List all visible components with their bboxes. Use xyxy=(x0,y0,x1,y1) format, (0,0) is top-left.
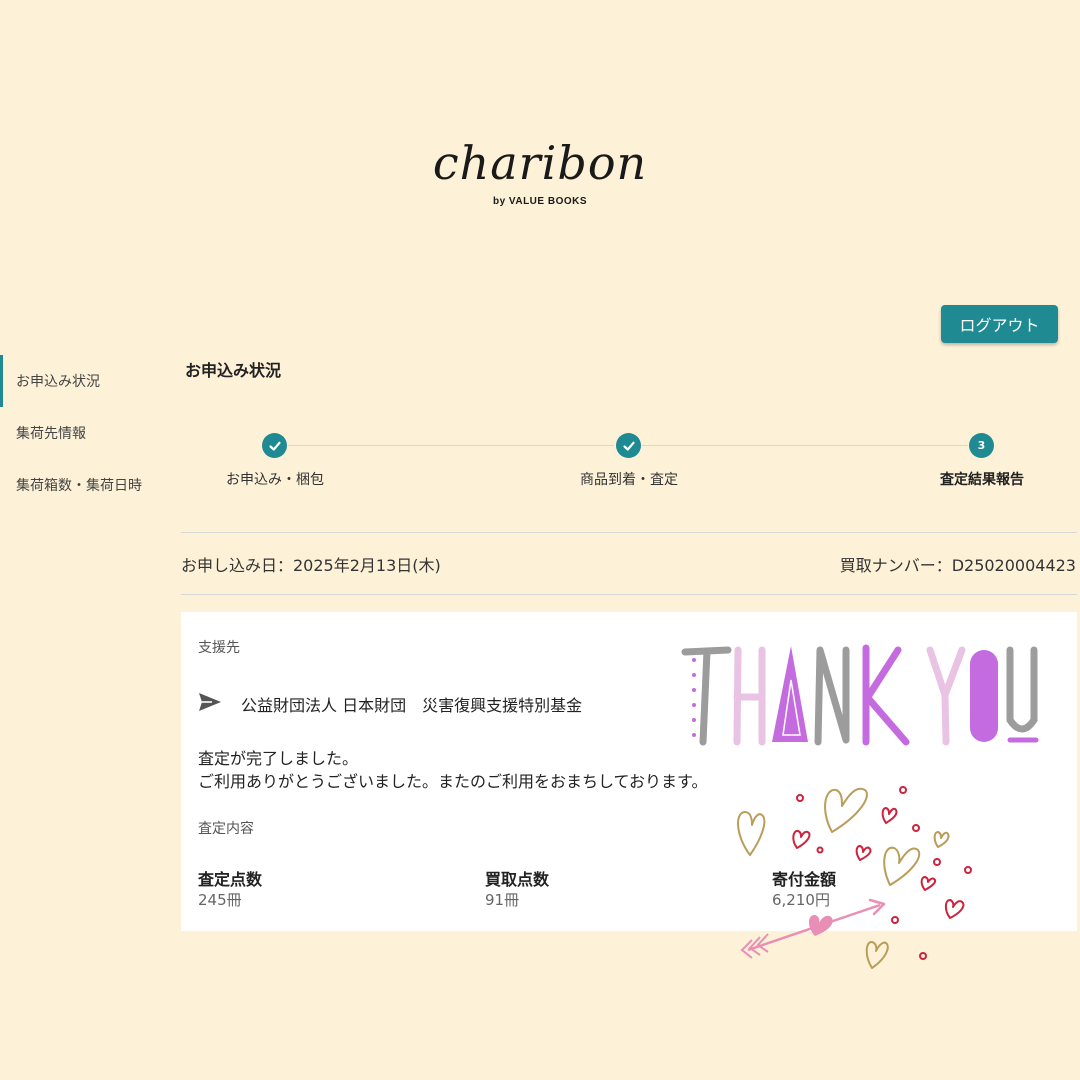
thank-you-sticker xyxy=(681,644,1039,969)
arrow-icon xyxy=(740,898,886,959)
thank-you-lettering xyxy=(681,644,1039,746)
